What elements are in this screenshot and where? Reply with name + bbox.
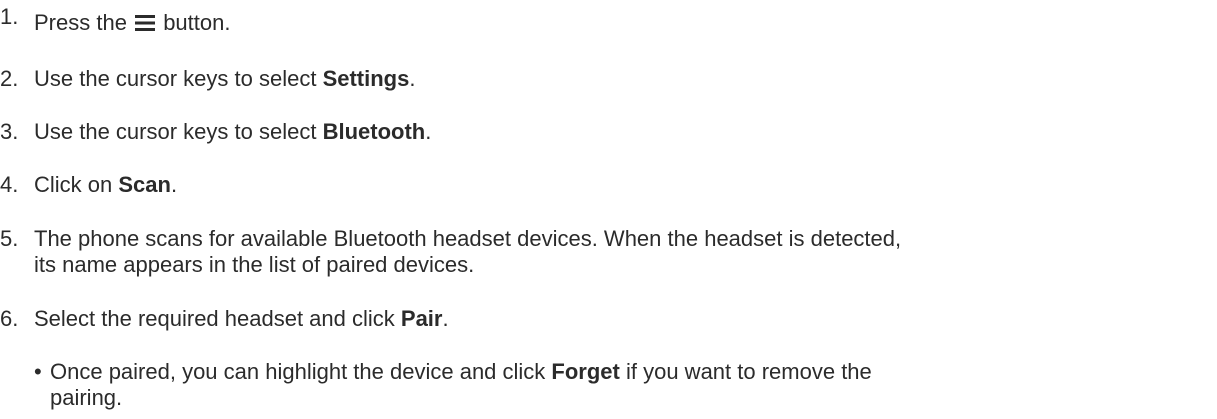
note-post: if you want to remove the	[619, 359, 872, 384]
step-1-post: button.	[163, 10, 231, 35]
ui-term-bluetooth: Bluetooth	[322, 119, 426, 144]
bullet-glyph: •	[34, 359, 42, 384]
ui-term-forget: Forget	[551, 359, 620, 384]
note-text: Once paired, you can highlight the devic…	[50, 359, 872, 411]
step-2-post: .	[409, 66, 416, 91]
step-text: Select the required headset and click Pa…	[34, 306, 449, 332]
step-6-pre: Select the required headset and click	[34, 306, 401, 331]
step-3-post: .	[425, 119, 432, 144]
step-number: 3.	[0, 119, 19, 144]
note-bullet-item: • Once paired, you can highlight the dev…	[34, 359, 872, 411]
step-text: Use the cursor keys to select Bluetooth.	[34, 119, 431, 145]
step-text: Use the cursor keys to select Settings.	[34, 66, 415, 92]
step-number: 5.	[0, 226, 19, 251]
instruction-document: 1. Press the button. 2. Use the cursor k…	[0, 0, 1217, 419]
step-number: 6.	[0, 306, 19, 331]
step-5: 5. The phone scans for available Bluetoo…	[0, 226, 901, 278]
note-line-2: pairing.	[50, 385, 123, 410]
step-text: Press the button.	[34, 10, 230, 36]
step-number: 2.	[0, 66, 19, 91]
note-line-1: Once paired, you can highlight the devic…	[50, 359, 872, 385]
step-3-pre: Use the cursor keys to select	[34, 119, 323, 144]
ui-term-settings: Settings	[322, 66, 410, 91]
step-2: 2. Use the cursor keys to select Setting…	[0, 66, 415, 92]
step-1-pre: Press the	[34, 10, 127, 35]
step-number: 4.	[0, 172, 19, 197]
ui-term-scan: Scan	[118, 172, 171, 197]
step-text: The phone scans for available Bluetooth …	[34, 226, 901, 278]
step-number: 1.	[0, 4, 19, 29]
step-4: 4. Click on Scan.	[0, 172, 177, 198]
step-text: Click on Scan.	[34, 172, 177, 198]
ui-term-pair: Pair	[400, 306, 443, 331]
step-3: 3. Use the cursor keys to select Bluetoo…	[0, 119, 431, 145]
step-2-pre: Use the cursor keys to select	[34, 66, 323, 91]
step-5-line-1: The phone scans for available Bluetooth …	[34, 226, 902, 251]
step-6: 6. Select the required headset and click…	[0, 306, 449, 332]
step-4-pre: Click on	[34, 172, 119, 197]
step-1: 1. Press the button.	[0, 4, 230, 36]
step-6-post: .	[442, 306, 449, 331]
step-4-post: .	[170, 172, 178, 197]
menu-icon	[135, 15, 156, 31]
note-pre: Once paired, you can highlight the devic…	[50, 359, 552, 384]
step-5-line-2: its name appears in the list of paired d…	[34, 252, 475, 277]
